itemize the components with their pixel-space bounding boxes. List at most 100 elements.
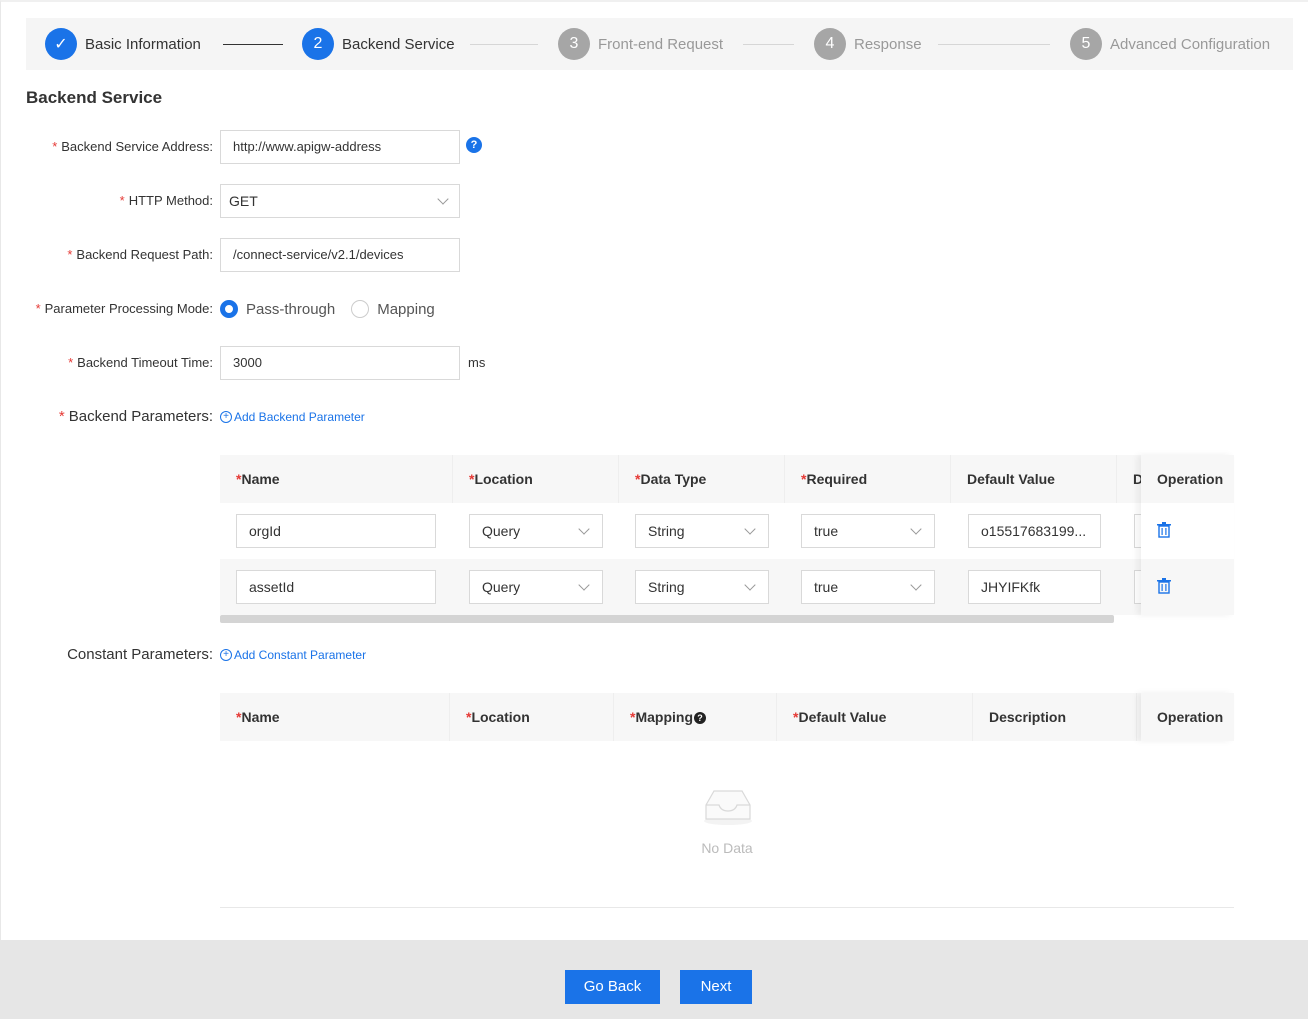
step-label: Response (854, 35, 922, 53)
th-name: *Name (220, 693, 450, 741)
data-type-select[interactable]: String (635, 514, 769, 548)
select-value: true (814, 523, 839, 539)
horizontal-scrollbar[interactable] (220, 615, 1114, 623)
th-name: *Name (220, 455, 453, 503)
chevron-down-icon (744, 579, 756, 591)
constant-params-table: *Name *Location *Mapping? *Default Value… (220, 693, 1234, 908)
chevron-down-icon (578, 523, 590, 535)
timeout-input[interactable]: 3000 (220, 346, 460, 380)
add-backend-parameter-link[interactable]: + Add Backend Parameter (220, 410, 365, 424)
radio-checked-icon (220, 300, 238, 318)
radio-label: Pass-through (246, 300, 336, 318)
timeout-unit: ms (468, 355, 486, 370)
radio-pass-through[interactable]: Pass-through (220, 300, 335, 318)
default-value-input[interactable]: o15517683199... (968, 514, 1101, 548)
select-value: String (648, 523, 685, 539)
step-connector (223, 44, 283, 45)
step-number: 5 (1070, 28, 1102, 60)
name-input[interactable]: orgId (236, 514, 436, 548)
th-location: *Location (453, 455, 619, 503)
location-select[interactable]: Query (469, 570, 603, 604)
required-select[interactable]: true (801, 514, 935, 548)
table-header: *Name *Location *Data Type *Required Def… (220, 455, 1234, 503)
th-mapping: *Mapping? (614, 693, 777, 741)
path-input[interactable]: /connect-service/v2.1/devices (220, 238, 460, 272)
empty-text: No Data (701, 840, 753, 856)
step-connector (938, 44, 1050, 45)
th-data-type: *Data Type (619, 455, 785, 503)
th-required: *Required (785, 455, 951, 503)
chevron-down-icon (744, 523, 756, 535)
th-default-value: *Default Value (777, 693, 973, 741)
step-basic-information[interactable]: ✓ Basic Information (45, 28, 201, 60)
select-value: String (648, 579, 685, 595)
next-button[interactable]: Next (680, 970, 752, 1004)
section-title: Backend Service (26, 88, 163, 107)
location-select[interactable]: Query (469, 514, 603, 548)
add-link-text: Add Constant Parameter (234, 648, 367, 662)
address-label: * Backend Service Address: (52, 139, 213, 154)
radio-mapping[interactable]: Mapping (351, 300, 435, 318)
step-label: Advanced Configuration (1110, 35, 1271, 53)
question-circle-icon[interactable]: ? (694, 712, 706, 725)
step-response[interactable]: 4 Response (814, 28, 922, 60)
constant-params-label: Constant Parameters: (67, 646, 213, 663)
data-type-select[interactable]: String (635, 570, 769, 604)
steps-bar: ✓ Basic Information 2 Backend Service 3 … (26, 18, 1293, 70)
table-header: *Name *Location *Mapping? *Default Value… (220, 693, 1234, 741)
step-label: Front-end Request (598, 35, 724, 53)
mode-radio-group: Pass-through Mapping (220, 292, 451, 326)
add-link-text: Add Backend Parameter (234, 410, 365, 424)
method-value: GET (229, 193, 258, 209)
select-value: Query (482, 579, 521, 595)
go-back-button[interactable]: Go Back (565, 970, 660, 1004)
operation-column: Operation (1141, 455, 1234, 615)
chevron-down-icon (910, 523, 922, 535)
footer-bar: Go Back Next (0, 940, 1308, 1019)
address-input[interactable]: http://www.apigw-address (220, 130, 460, 164)
th-operation: Operation (1141, 455, 1234, 503)
plus-circle-icon: + (220, 411, 232, 423)
method-label: * HTTP Method: (119, 193, 213, 208)
default-value-input[interactable]: JHYIFKfk (968, 570, 1101, 604)
step-label: Backend Service (342, 35, 455, 53)
name-input[interactable]: assetId (236, 570, 436, 604)
table-row: orgId Query String true o15517683199... (220, 503, 1234, 559)
step-backend-service[interactable]: 2 Backend Service (302, 28, 455, 60)
step-number: 2 (302, 28, 334, 60)
required-select[interactable]: true (801, 570, 935, 604)
trash-icon[interactable] (1157, 522, 1171, 538)
th-default-value: Default Value (951, 455, 1117, 503)
th-description: Description (973, 693, 1137, 741)
th-location: *Location (450, 693, 614, 741)
empty-inbox-icon (704, 790, 752, 825)
help-icon[interactable]: ? (466, 137, 482, 153)
check-icon: ✓ (45, 28, 77, 60)
empty-state: No Data (220, 741, 1234, 908)
chevron-down-icon (437, 193, 449, 205)
step-label: Basic Information (85, 35, 201, 53)
trash-icon[interactable] (1157, 578, 1171, 594)
chevron-down-icon (910, 579, 922, 591)
operation-cell-bg (1141, 559, 1234, 615)
chevron-down-icon (578, 579, 590, 591)
timeout-label: * Backend Timeout Time: (68, 355, 213, 370)
th-operation: Operation (1141, 693, 1234, 741)
add-constant-parameter-link[interactable]: + Add Constant Parameter (220, 648, 366, 662)
select-value: true (814, 579, 839, 595)
select-value: Query (482, 523, 521, 539)
step-advanced-configuration[interactable]: 5 Advanced Configuration (1070, 28, 1270, 60)
step-connector (470, 44, 538, 45)
mode-label: * Parameter Processing Mode: (35, 301, 213, 316)
step-connector (743, 44, 794, 45)
step-number: 3 (558, 28, 590, 60)
backend-params-label: * Backend Parameters: (58, 408, 213, 425)
plus-circle-icon: + (220, 649, 232, 661)
method-select[interactable]: GET (220, 184, 460, 218)
radio-label: Mapping (377, 300, 435, 318)
step-front-end-request[interactable]: 3 Front-end Request (558, 28, 723, 60)
path-label: * Backend Request Path: (67, 247, 213, 262)
radio-unchecked-icon (351, 300, 370, 318)
page: ✓ Basic Information 2 Backend Service 3 … (0, 0, 1308, 940)
backend-params-table: *Name *Location *Data Type *Required Def… (220, 455, 1234, 625)
